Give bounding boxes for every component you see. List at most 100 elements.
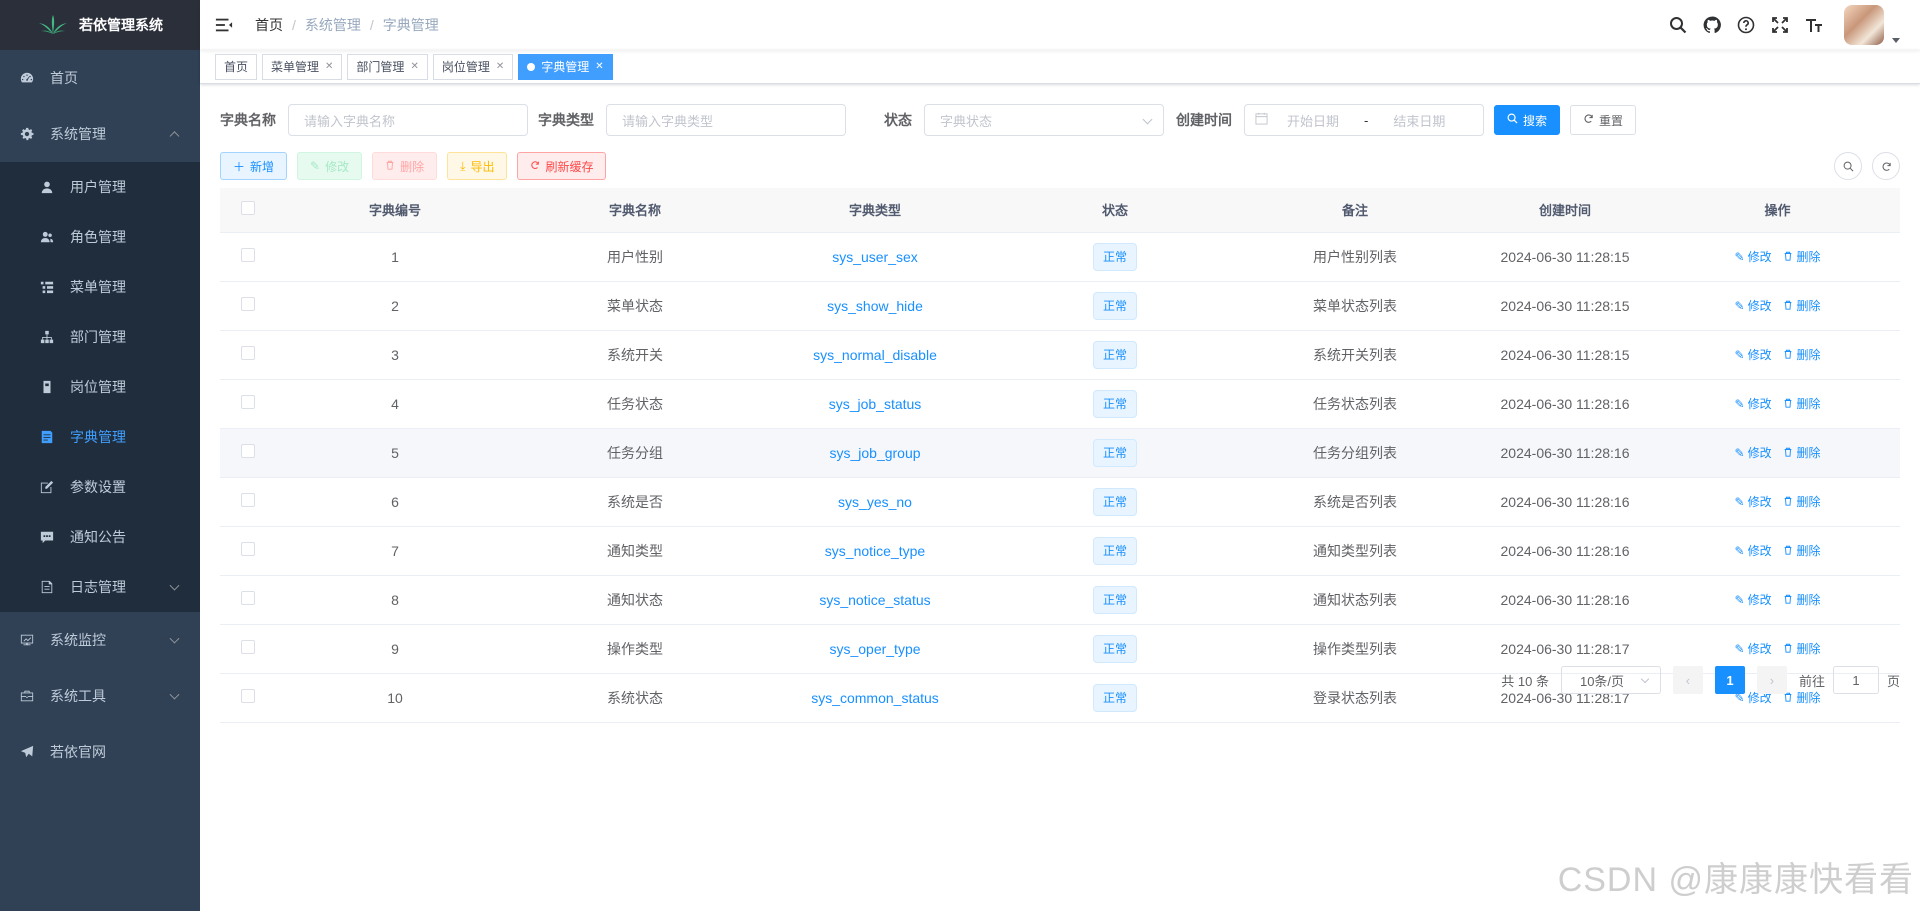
dict-type-link[interactable]: sys_oper_type	[829, 641, 920, 657]
refresh-cache-button[interactable]: 刷新缓存	[517, 152, 607, 180]
row-edit-button[interactable]: ✎ 修改	[1735, 493, 1772, 510]
dict-type-link[interactable]: sys_yes_no	[838, 494, 912, 510]
dict-type-link[interactable]: sys_show_hide	[827, 298, 923, 314]
row-delete-button[interactable]: 删除	[1783, 542, 1820, 559]
tag-dict[interactable]: 字典管理 ✕	[518, 53, 613, 80]
row-delete-button[interactable]: 删除	[1783, 346, 1820, 363]
logo[interactable]: 若依管理系统	[0, 0, 200, 50]
sidebar-item-dept[interactable]: 部门管理	[0, 312, 200, 362]
row-select-cell	[220, 232, 275, 282]
start-date[interactable]: 开始日期	[1268, 111, 1358, 130]
actions-cell: ✎ 修改 删除	[1655, 330, 1900, 380]
sidebar-item-log[interactable]: 日志管理	[0, 562, 200, 612]
dict-type-link[interactable]: sys_job_group	[829, 445, 920, 461]
toggle-search-button[interactable]	[1834, 152, 1862, 180]
row-edit-button[interactable]: ✎ 修改	[1735, 444, 1772, 461]
add-button-label: 新增	[250, 159, 275, 174]
remark-cell: 任务状态列表	[1235, 379, 1475, 429]
dict-type-link[interactable]: sys_notice_status	[819, 592, 930, 608]
dict-type-link[interactable]: sys_user_sex	[832, 249, 918, 265]
sidebar-item-config[interactable]: 参数设置	[0, 462, 200, 512]
row-edit-button[interactable]: ✎ 修改	[1735, 346, 1772, 363]
row-checkbox[interactable]	[240, 591, 255, 605]
dict-type-link[interactable]: sys_job_status	[829, 396, 922, 412]
sidebar-item-post[interactable]: 岗位管理	[0, 362, 200, 412]
row-delete-button[interactable]: 删除	[1783, 248, 1820, 265]
fullscreen-icon[interactable]	[1770, 15, 1790, 35]
sidebar-item-system[interactable]: 系统管理	[0, 106, 200, 162]
end-date[interactable]: 结束日期	[1374, 111, 1464, 130]
row-checkbox[interactable]	[240, 689, 255, 703]
row-delete-button[interactable]: 删除	[1783, 640, 1820, 657]
tag-home[interactable]: 首页	[215, 53, 258, 80]
edit-button[interactable]: ✎ 修改	[297, 152, 363, 180]
row-checkbox[interactable]	[240, 297, 255, 311]
row-checkbox[interactable]	[240, 346, 255, 360]
row-checkbox[interactable]	[240, 640, 255, 654]
row-delete-button[interactable]: 删除	[1783, 297, 1820, 314]
date-range-picker[interactable]: 开始日期 - 结束日期	[1244, 104, 1484, 136]
close-icon[interactable]: ✕	[410, 55, 418, 79]
dict-type-input[interactable]: 请输入字典类型	[606, 104, 846, 136]
font-size-icon[interactable]	[1804, 15, 1824, 35]
prev-page-button[interactable]: ‹	[1672, 666, 1703, 694]
row-edit-button[interactable]: ✎ 修改	[1735, 542, 1772, 559]
sidebar-item-home[interactable]: 首页	[0, 50, 200, 106]
sidebar-item-role[interactable]: 角色管理	[0, 212, 200, 262]
page-size-select[interactable]: 10条/页	[1560, 666, 1661, 694]
row-delete-button[interactable]: 删除	[1783, 395, 1820, 412]
row-delete-button[interactable]: 删除	[1783, 591, 1820, 608]
tag-menu[interactable]: 菜单管理 ✕	[262, 53, 343, 80]
goto-page-input[interactable]: 1	[1832, 666, 1879, 694]
search-icon[interactable]	[1668, 15, 1688, 35]
search-button[interactable]: 搜索	[1494, 105, 1561, 135]
refresh-icon	[1882, 161, 1891, 171]
row-delete-button[interactable]: 删除	[1783, 444, 1820, 461]
export-button[interactable]: ⤓ 导出	[447, 152, 508, 180]
tag-dept[interactable]: 部门管理 ✕	[347, 53, 428, 80]
add-button[interactable]: ＋ 新增	[220, 152, 288, 180]
page-number-current[interactable]: 1	[1714, 666, 1745, 694]
row-select-cell	[220, 673, 275, 723]
row-checkbox[interactable]	[240, 248, 255, 262]
reset-button[interactable]: 重置	[1570, 105, 1637, 135]
delete-button[interactable]: 删除	[372, 152, 438, 180]
sidebar-item-dict[interactable]: 字典管理	[0, 412, 200, 462]
refresh-table-button[interactable]	[1872, 152, 1900, 180]
dict-type-link[interactable]: sys_notice_type	[825, 543, 925, 559]
status-badge: 正常	[1092, 291, 1137, 320]
row-edit-button[interactable]: ✎ 修改	[1735, 591, 1772, 608]
row-delete-button[interactable]: 删除	[1783, 493, 1820, 510]
next-page-button[interactable]: ›	[1756, 666, 1787, 694]
row-checkbox[interactable]	[240, 444, 255, 458]
sidebar-item-monitor[interactable]: 系统监控	[0, 612, 200, 668]
dict-type-link[interactable]: sys_common_status	[811, 690, 939, 706]
tag-label: 岗位管理	[441, 59, 490, 74]
hamburger-icon[interactable]	[215, 15, 235, 35]
row-edit-button[interactable]: ✎ 修改	[1735, 297, 1772, 314]
user-avatar-dropdown[interactable]	[1844, 5, 1900, 45]
row-checkbox[interactable]	[240, 493, 255, 507]
sidebar-item-user[interactable]: 用户管理	[0, 162, 200, 212]
question-icon[interactable]	[1736, 15, 1756, 35]
sidebar-item-tool[interactable]: 系统工具	[0, 668, 200, 724]
row-edit-button[interactable]: ✎ 修改	[1735, 640, 1772, 657]
dict-type-link[interactable]: sys_normal_disable	[813, 347, 937, 363]
row-checkbox[interactable]	[240, 542, 255, 556]
close-icon[interactable]: ✕	[325, 55, 333, 79]
remark-cell: 菜单状态列表	[1235, 281, 1475, 331]
row-checkbox[interactable]	[240, 395, 255, 409]
tag-post[interactable]: 岗位管理 ✕	[432, 53, 514, 80]
row-edit-button[interactable]: ✎ 修改	[1735, 248, 1772, 265]
select-all-checkbox[interactable]	[240, 201, 255, 216]
row-edit-button[interactable]: ✎ 修改	[1735, 395, 1772, 412]
status-select[interactable]: 字典状态	[924, 104, 1164, 136]
github-icon[interactable]	[1702, 15, 1722, 35]
close-icon[interactable]: ✕	[496, 55, 504, 79]
dict-name-input[interactable]: 请输入字典名称	[288, 104, 528, 136]
close-icon[interactable]: ✕	[595, 55, 603, 79]
sidebar-item-notice[interactable]: 通知公告	[0, 512, 200, 562]
sidebar-item-menu[interactable]: 菜单管理	[0, 262, 200, 312]
sidebar-item-website[interactable]: 若依官网	[0, 724, 200, 780]
breadcrumb-item[interactable]: 首页	[255, 15, 283, 35]
